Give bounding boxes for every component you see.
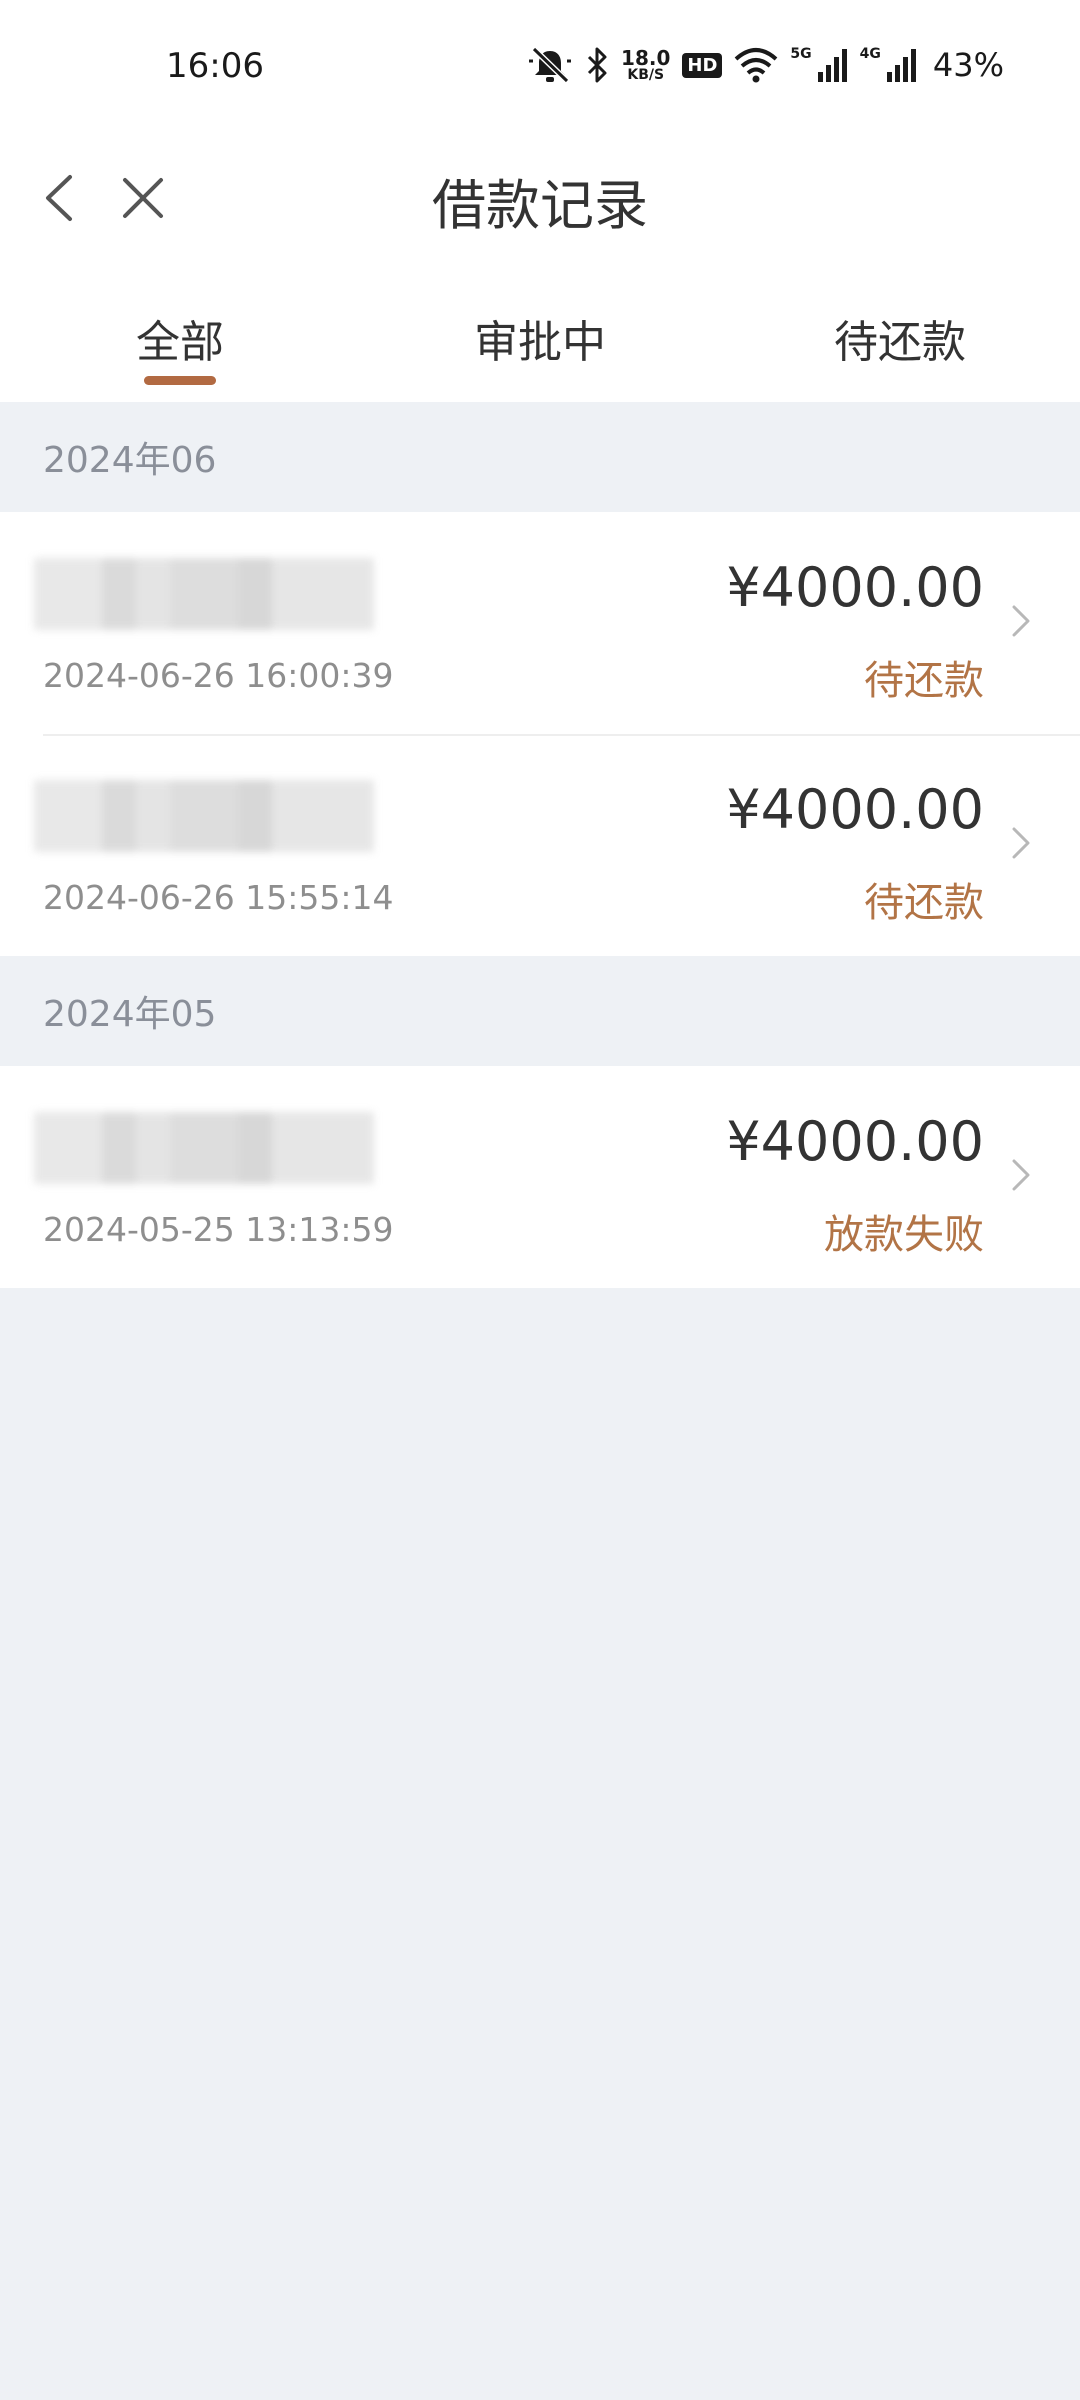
hd-badge: HD	[682, 52, 723, 78]
network-type-4g: 4G	[859, 46, 881, 62]
record-amount: ¥4000.00	[726, 556, 984, 619]
month-group: 2024-06-26 16:00:39 ¥4000.00 待还款 2024-06…	[0, 512, 1080, 956]
wifi-icon	[734, 47, 778, 83]
status-bar: 16:06 18.0 KB/S HD 5G 4G 43%	[0, 0, 1080, 140]
redacted-product-name	[34, 1112, 374, 1184]
network-type-5g: 5G	[790, 46, 812, 62]
mute-icon	[527, 45, 573, 85]
record-amount: ¥4000.00	[726, 778, 984, 841]
month-header: 2024年06	[43, 440, 217, 481]
status-time: 16:06	[166, 46, 264, 86]
loan-record-row[interactable]: 2024-06-26 16:00:39 ¥4000.00 待还款	[0, 512, 1080, 734]
record-status: 待还款	[864, 880, 984, 926]
record-amount: ¥4000.00	[726, 1110, 984, 1173]
record-status: 放款失败	[824, 1212, 984, 1258]
loan-record-list: 2024年06 2024-06-26 16:00:39 ¥4000.00 待还款…	[0, 402, 1080, 1288]
header-area: 16:06 18.0 KB/S HD 5G 4G 43% 借款记录 全部 审批中…	[0, 0, 1080, 402]
record-time: 2024-05-25 13:13:59	[43, 1210, 394, 1249]
tab-label: 全部	[136, 317, 224, 368]
record-time: 2024-06-26 15:55:14	[43, 878, 394, 917]
signal-icon	[817, 48, 848, 82]
page-title: 借款记录	[432, 173, 648, 237]
redacted-product-name	[34, 780, 374, 852]
battery-level: 43%	[932, 46, 1004, 84]
active-tab-indicator	[144, 376, 216, 385]
chevron-right-icon	[1006, 818, 1036, 868]
loan-record-row[interactable]: 2024-05-25 13:13:59 ¥4000.00 放款失败	[0, 1066, 1080, 1288]
bluetooth-icon	[585, 45, 609, 85]
nav-bar: 借款记录	[0, 140, 1080, 260]
tab-bar: 全部 审批中 待还款	[0, 260, 1080, 402]
network-speed: 18.0 KB/S	[621, 46, 671, 83]
record-status: 待还款	[864, 658, 984, 704]
month-group: 2024-05-25 13:13:59 ¥4000.00 放款失败	[0, 1066, 1080, 1288]
tab-under-review[interactable]: 审批中	[360, 260, 720, 402]
record-time: 2024-06-26 16:00:39	[43, 656, 394, 695]
tab-label: 审批中	[474, 317, 606, 368]
redacted-product-name	[34, 558, 374, 630]
chevron-right-icon	[1006, 1150, 1036, 1200]
tab-all[interactable]: 全部	[0, 260, 360, 402]
signal-icon	[886, 48, 917, 82]
month-header: 2024年05	[43, 994, 217, 1035]
loan-record-row[interactable]: 2024-06-26 15:55:14 ¥4000.00 待还款	[0, 734, 1080, 956]
tab-pending-repayment[interactable]: 待还款	[720, 260, 1080, 402]
chevron-right-icon	[1006, 596, 1036, 646]
tab-label: 待还款	[834, 317, 966, 368]
status-icons: 18.0 KB/S HD 5G 4G 43%	[527, 40, 1004, 90]
